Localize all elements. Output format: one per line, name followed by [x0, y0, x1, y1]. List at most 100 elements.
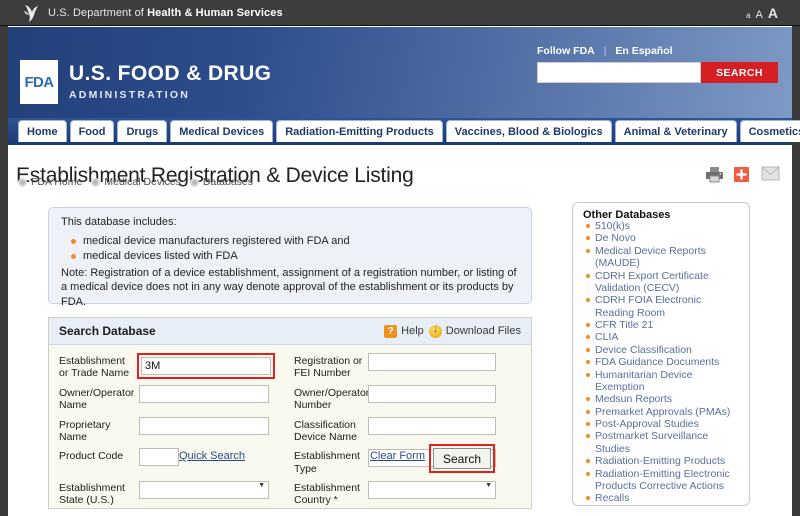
info-note: Note: Registration of a device establish…	[61, 266, 517, 308]
field-owner-operator-name: Owner/Operator Name	[49, 384, 294, 412]
breadcrumb-item-medical-devices[interactable]: Medical Devices	[104, 176, 180, 188]
nav-tab-cosmetics[interactable]: Cosmetics	[739, 120, 800, 142]
nav-tab-home[interactable]: Home	[18, 120, 67, 142]
owner-operator-name-label: Owner/Operator Name	[59, 386, 135, 412]
other-db-item-radiation-emitting-products[interactable]: Radiation-Emitting Products	[586, 455, 741, 467]
registration-fei-number-label: Registration or FEI Number	[294, 355, 363, 380]
info-bullet-list: medical device manufacturers registered …	[61, 234, 519, 264]
establishment-trade-name-input[interactable]	[141, 357, 271, 375]
search-panel-tools: ? Help Download Files	[384, 324, 521, 338]
download-files-link[interactable]: Download Files	[428, 324, 521, 338]
other-db-item-device-classification[interactable]: Device Classification	[586, 344, 741, 356]
search-button-highlight: Search	[429, 444, 495, 473]
nav-tab-radiation-emitting-products[interactable]: Radiation-Emitting Products	[276, 120, 443, 142]
other-db-item-medsun-reports[interactable]: Medsun Reports	[586, 393, 741, 405]
nav-tab-medical-devices[interactable]: Medical Devices	[170, 120, 274, 142]
font-size-controls[interactable]: a A A	[746, 5, 778, 21]
utility-separator: |	[603, 45, 607, 57]
other-db-item-clia[interactable]: CLIA	[586, 331, 741, 343]
info-intro: This database includes:	[61, 216, 177, 228]
other-db-item-recalls[interactable]: Recalls	[586, 492, 741, 504]
print-icon[interactable]	[705, 166, 724, 183]
other-db-item-cecv[interactable]: CDRH Export Certificate Validation (CECV…	[586, 270, 741, 295]
font-size-small-button[interactable]: a	[746, 11, 750, 20]
search-form: Establishment or Trade Name Registration…	[49, 345, 531, 506]
form-row: Owner/Operator Name Owner/Operator Numbe…	[49, 384, 531, 412]
other-db-item-pmas[interactable]: Premarket Approvals (PMAs)	[586, 406, 741, 418]
form-row: Proprietary Name Classification Device N…	[49, 416, 531, 444]
establishment-trade-name-label: Establishment or Trade Name	[59, 355, 130, 380]
owner-operator-number-input[interactable]	[368, 384, 496, 403]
breadcrumb: FDA Home Medical Devices Databases	[18, 176, 258, 188]
follow-fda-link[interactable]: Follow FDA	[537, 45, 595, 57]
other-db-item-cfr-title-21[interactable]: CFR Title 21	[586, 319, 741, 331]
field-establishment-country: Establishment Country *	[294, 480, 531, 507]
registration-fei-number-input[interactable]	[368, 353, 496, 371]
nav-tab-drugs[interactable]: Drugs	[117, 120, 168, 142]
other-db-item-standards[interactable]: Standards	[595, 505, 741, 506]
breadcrumb-item-databases[interactable]: Databases	[203, 176, 253, 188]
nav-tab-vaccines-blood-biologics[interactable]: Vaccines, Blood & Biologics	[445, 120, 612, 142]
other-db-item-foia-reading-room[interactable]: CDRH FOIA Electronic Reading Room	[586, 294, 741, 319]
other-db-item-de-novo[interactable]: De Novo	[586, 232, 741, 244]
field-classification-device-name: Classification Device Name	[294, 416, 531, 444]
establishment-state-select-wrap	[137, 480, 269, 499]
field-owner-operator-number: Owner/Operator Number	[294, 384, 531, 412]
other-databases-panel: Other Databases 510(k)s De Novo Medical …	[572, 202, 750, 506]
share-plus-icon[interactable]	[733, 166, 752, 183]
other-db-item-guidance-documents[interactable]: FDA Guidance Documents	[586, 356, 741, 368]
establishment-state-label: Establishment State (U.S.)	[59, 482, 125, 507]
other-db-item-maude[interactable]: Medical Device Reports (MAUDE)	[586, 245, 741, 270]
breadcrumb-bullet-icon	[189, 177, 199, 187]
owner-operator-name-input[interactable]	[139, 384, 269, 403]
clear-form-link[interactable]: Clear Form	[370, 450, 425, 462]
search-button[interactable]: Search	[433, 448, 491, 469]
nav-tab-animal-veterinary[interactable]: Animal & Veterinary	[614, 120, 737, 142]
fda-title-line1: U.S. FOOD & DRUG	[69, 62, 272, 86]
classification-device-name-label: Classification Device Name	[294, 418, 358, 443]
en-espanol-link[interactable]: En Español	[615, 45, 672, 57]
help-link[interactable]: ? Help	[384, 324, 424, 338]
site-search-button[interactable]: SEARCH	[701, 62, 778, 83]
form-row: Establishment or Trade Name Registration…	[49, 353, 531, 380]
field-establishment-trade-name: Establishment or Trade Name	[49, 353, 294, 380]
font-size-large-button[interactable]: A	[768, 5, 778, 21]
other-db-item-humanitarian-device-exemption[interactable]: Humanitarian Device Exemption	[586, 369, 741, 394]
other-db-item-postmarket-surveillance-studies[interactable]: Postmarket Surveillance Studies	[586, 430, 741, 455]
other-db-item-510k[interactable]: 510(k)s	[586, 220, 741, 232]
field-establishment-state: Establishment State (U.S.)	[49, 480, 294, 507]
establishment-state-select[interactable]	[139, 481, 269, 499]
classification-device-name-input[interactable]	[368, 416, 496, 435]
field-proprietary-name: Proprietary Name	[49, 416, 294, 444]
font-size-medium-button[interactable]: A	[756, 9, 763, 21]
breadcrumb-bullet-icon	[91, 177, 101, 187]
fda-title-line2: ADMINISTRATION	[69, 89, 191, 102]
email-icon[interactable]	[761, 166, 780, 183]
proprietary-name-label: Proprietary Name	[59, 418, 111, 443]
other-db-item-radiation-corrective-actions[interactable]: Radiation-Emitting Electronic Products C…	[586, 468, 741, 493]
download-icon	[428, 324, 442, 338]
site-search-input[interactable]	[537, 62, 701, 83]
banner-utility-links: Follow FDA | En Español	[537, 45, 778, 57]
proprietary-name-input[interactable]	[139, 416, 269, 435]
search-panel-title: Search Database	[59, 324, 156, 338]
fda-page: U.S. Department of Health & Human Servic…	[0, 0, 800, 516]
quick-search-link[interactable]: Quick Search	[179, 450, 245, 462]
establishment-trade-name-highlight	[137, 353, 275, 379]
page-right-edge	[792, 0, 800, 516]
page-left-edge	[0, 0, 8, 516]
main-navigation: Home Food Drugs Medical Devices Radiatio…	[8, 118, 800, 145]
help-label: Help	[401, 325, 424, 337]
establishment-country-select[interactable]	[368, 481, 496, 499]
help-icon: ?	[384, 324, 398, 338]
fda-logo[interactable]: FDA U.S. FOOD & DRUG ADMINISTRATION	[20, 60, 271, 104]
breadcrumb-item-fda-home[interactable]: FDA Home	[31, 176, 82, 188]
establishment-country-label: Establishment Country *	[294, 482, 360, 507]
other-db-item-post-approval-studies[interactable]: Post-Approval Studies	[586, 418, 741, 430]
hhs-top-bar: U.S. Department of Health & Human Servic…	[0, 0, 800, 26]
database-info-box: This database includes: medical device m…	[48, 207, 532, 330]
field-registration-fei-number: Registration or FEI Number	[294, 353, 531, 380]
title-zone: Establishment Registration & Device List…	[8, 148, 792, 190]
hhs-text-plain: U.S. Department of	[48, 6, 148, 19]
nav-tab-food[interactable]: Food	[69, 120, 115, 142]
